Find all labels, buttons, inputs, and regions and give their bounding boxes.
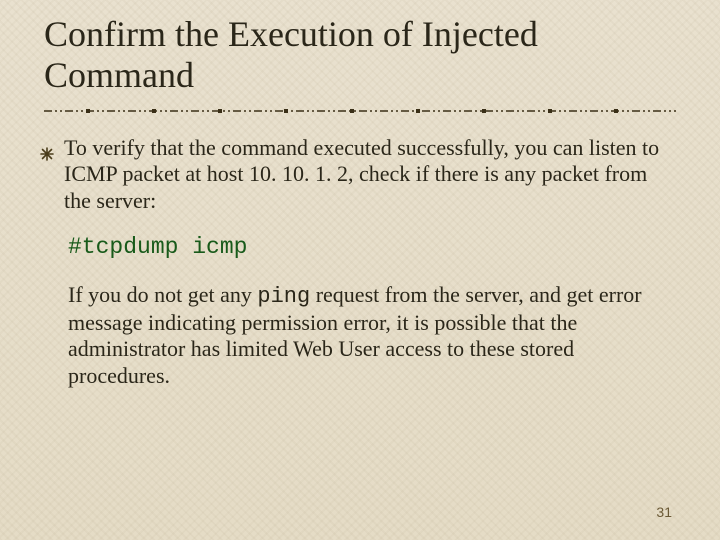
inline-code-ping: ping (257, 284, 310, 309)
paragraph: If you do not get any ping request from … (68, 282, 676, 390)
divider-stitch (44, 107, 676, 117)
slide-title: Confirm the Execution of Injected Comman… (44, 14, 676, 97)
bullet-text: To verify that the command executed succ… (64, 135, 676, 214)
bullet-item: To verify that the command executed succ… (40, 135, 676, 214)
bullet-star-icon (40, 141, 54, 167)
para-text-a: If you do not get any (68, 282, 257, 307)
command-line: #tcpdump icmp (68, 234, 676, 262)
slide-body: To verify that the command executed succ… (44, 135, 676, 389)
slide: Confirm the Execution of Injected Comman… (0, 0, 720, 540)
slide-number: 31 (656, 504, 672, 520)
stitch-icon (44, 107, 676, 115)
